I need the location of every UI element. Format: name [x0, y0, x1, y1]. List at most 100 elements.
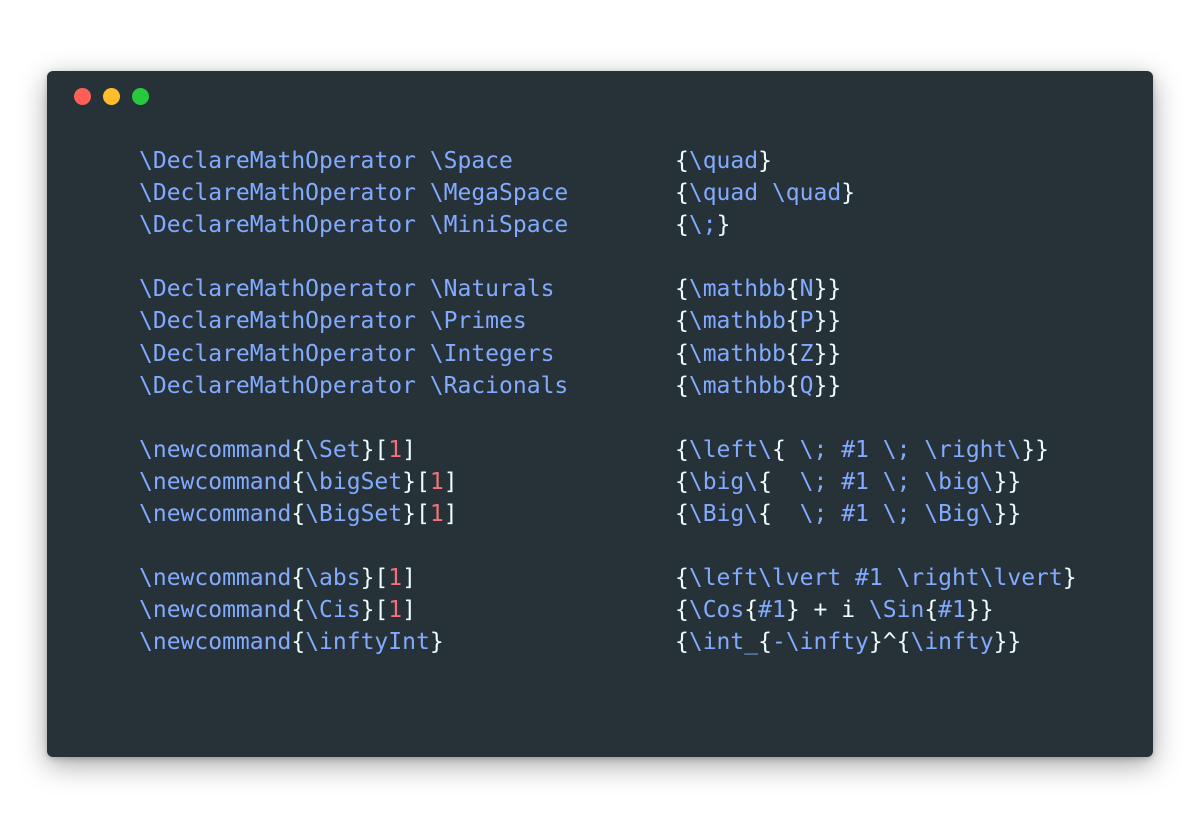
code-token: }[ [360, 565, 389, 592]
code-token: \newcommand [139, 629, 292, 656]
close-button[interactable] [74, 88, 91, 105]
code-token: { [675, 436, 689, 463]
code-body: {\left\{ \; #1 \; \right\}} [675, 434, 1049, 466]
code-token: { [675, 372, 689, 399]
code-token: } [716, 212, 731, 239]
code-definition: \newcommand{\bigSet}[1] [139, 466, 458, 498]
code-token: { [291, 597, 306, 624]
code-token: { [675, 501, 689, 528]
code-token: } [868, 629, 883, 656]
code-body: {\mathbb{N}} [675, 273, 841, 305]
code-token: 1 [388, 597, 403, 624]
code-token: \Set [305, 436, 361, 463]
code-body: {\big\{ \; #1 \; \big\}} [675, 466, 1021, 498]
code-body: {\mathbb{Q}} [675, 370, 841, 402]
code-token: { [896, 629, 911, 656]
code-token: { [675, 180, 689, 207]
code-token: ] [402, 597, 416, 624]
code-definition: \newcommand{\BigSet}[1] [139, 498, 458, 530]
code-token: + i [799, 597, 869, 624]
code-token: \newcommand [139, 468, 292, 495]
code-body: {\quad \quad} [675, 177, 855, 209]
code-token: \newcommand [139, 501, 292, 528]
code-definition: \DeclareMathOperator \Racionals [139, 370, 568, 402]
code-body: {\mathbb{P}} [675, 305, 841, 337]
code-token: }[ [360, 436, 389, 463]
code-window: \DeclareMathOperator \Space { \quad} \Decla… [47, 71, 1153, 757]
code-token: 1 [429, 501, 444, 528]
code-token: \inftyInt [305, 629, 430, 656]
code-token: \Cis [305, 597, 361, 624]
code-definition: \DeclareMathOperator \Integers [139, 338, 554, 370]
code-token: #1 [938, 597, 966, 624]
code-token: { [785, 340, 800, 367]
code-token: }[ [360, 597, 389, 624]
code-token: \DeclareMathOperator \Racionals [139, 372, 569, 399]
code-token: { [675, 308, 689, 335]
code-token: \; #1 \; \big\ [771, 468, 994, 495]
code-body: {\int_{-\infty}^{\infty}} [675, 626, 1021, 658]
code-token: } [429, 629, 444, 656]
maximize-button[interactable] [132, 88, 149, 105]
code-token: } [841, 180, 856, 207]
code-token: \Sin [868, 597, 925, 624]
code-token: { [675, 276, 689, 303]
code-token: \; #1 \; \right\ [785, 436, 1022, 463]
code-token: 1 [429, 468, 444, 495]
code-token: \mathbb [688, 372, 786, 399]
code-token: \mathbb [688, 276, 786, 303]
code-token: \left\ [688, 436, 772, 463]
code-token: }} [813, 276, 842, 303]
code-token: { [291, 468, 306, 495]
code-token: { [291, 629, 306, 656]
code-token: \DeclareMathOperator \Primes [139, 308, 527, 335]
code-token: { [675, 565, 689, 592]
code-token: { [291, 436, 306, 463]
code-token: { [291, 501, 306, 528]
code-token: 1 [388, 436, 403, 463]
code-token: { [675, 212, 689, 239]
code-token: Q [799, 372, 814, 399]
code-token: \left\lvert #1 \right\lvert [688, 565, 1063, 592]
code-token: \newcommand [139, 597, 292, 624]
code-token: { [675, 468, 689, 495]
code-token: ] [402, 436, 416, 463]
code-token: P [799, 308, 814, 335]
code-token: } [1062, 565, 1077, 592]
code-token: \DeclareMathOperator \Space [139, 148, 513, 174]
code-token: { [771, 436, 786, 463]
code-token: \bigSet [305, 468, 403, 495]
code-token: ^ [882, 629, 897, 656]
code-definition: \newcommand{\abs}[1] [139, 562, 416, 594]
code-token: }} [813, 372, 842, 399]
code-token: { [785, 276, 800, 303]
code-token: { [291, 565, 306, 592]
minimize-button[interactable] [103, 88, 120, 105]
code-token: { [675, 629, 689, 656]
code-token: \; #1 \; \Big\ [771, 501, 994, 528]
code-token: #1 [758, 597, 786, 624]
code-definition: \DeclareMathOperator \Primes [139, 305, 527, 337]
code-token: \quad [688, 148, 759, 174]
code-token: }} [813, 340, 842, 367]
code-body: {\left\lvert #1 \right\lvert} [675, 562, 1077, 594]
code-token: \int_ [688, 629, 759, 656]
code-token: { [758, 629, 772, 656]
code-body: {\mathbb{Z}} [675, 338, 841, 370]
code-token: \Cos [688, 597, 745, 624]
code-token: { [924, 597, 939, 624]
code-token: \quad \quad [688, 180, 842, 207]
code-token: \DeclareMathOperator \MiniSpace [139, 212, 569, 239]
code-token: }[ [402, 501, 430, 528]
code-token: { [758, 501, 772, 528]
code-token: \newcommand [139, 436, 292, 463]
code-token: \infty [910, 629, 994, 656]
code-token: \DeclareMathOperator \Integers [139, 340, 555, 367]
code-token: { [785, 308, 800, 335]
window-controls [74, 88, 149, 105]
code-definition: \newcommand{\inftyInt} [139, 626, 444, 658]
code-token: \mathbb [688, 308, 786, 335]
code-token: { [785, 372, 800, 399]
code-definition: \DeclareMathOperator \MiniSpace [139, 209, 568, 241]
code-token: { [675, 148, 689, 174]
